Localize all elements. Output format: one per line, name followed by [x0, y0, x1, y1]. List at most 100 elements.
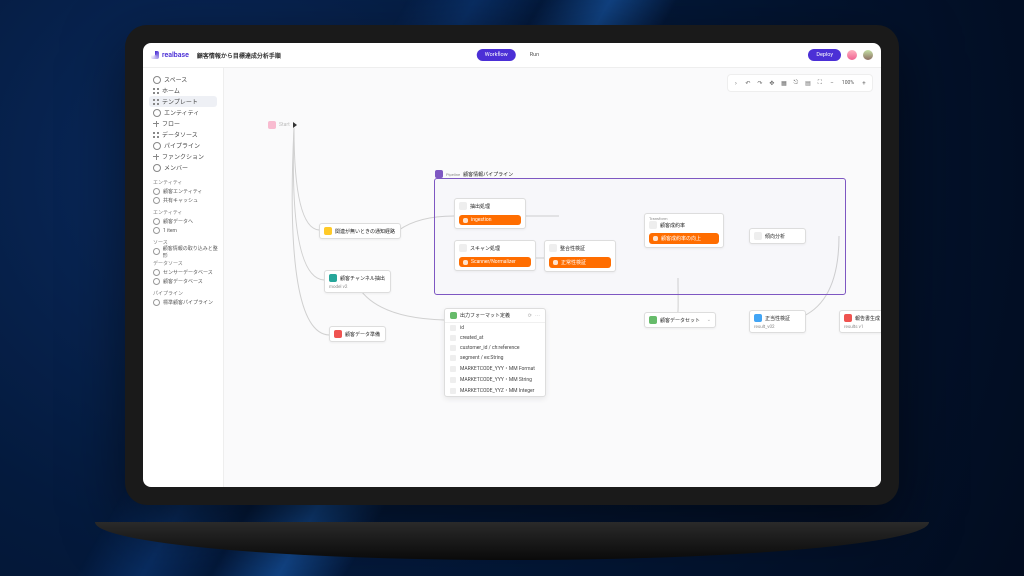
- header-right: Deploy: [808, 49, 873, 61]
- node-title: 顧客チャンネル抽出: [340, 275, 385, 282]
- link-icon[interactable]: ⎋: [792, 79, 800, 87]
- sidebar-item-label: メンバー: [164, 163, 188, 172]
- node-transform[interactable]: Transform 顧客成約率 顧客成約率の向上: [644, 213, 724, 248]
- undo-icon[interactable]: ↶: [744, 79, 752, 87]
- panel-row[interactable]: segment / ex:String: [445, 353, 545, 363]
- git-icon: [153, 121, 159, 127]
- sidebar-item-label: データソース: [162, 130, 198, 139]
- sidebar-item-member[interactable]: メンバー: [149, 162, 217, 173]
- radio-icon: [153, 218, 160, 225]
- node-linked[interactable]: 関連が無いときの通知経路: [319, 223, 401, 239]
- sidebar-group-title: データソース: [143, 256, 223, 268]
- sidebar-subitem[interactable]: 顧客データベース: [143, 277, 223, 286]
- node-monitor[interactable]: 正当性検証 result_v02: [749, 310, 806, 333]
- detail-panel: 出力フォーマット定義 ⟳ ⋯ id created_at customer_id…: [444, 308, 546, 397]
- node-ingest[interactable]: 抽出処理 ingestion: [454, 198, 526, 229]
- panel-row[interactable]: customer_id / ch:reference: [445, 343, 545, 353]
- canvas-toolbar: › ↶ ↷ ✥ ▦ ⎋ ▤ ⛶ − 100% +: [727, 74, 873, 92]
- panel-row[interactable]: MARKETCODE_YYZ・MM Integer: [445, 385, 545, 396]
- chevron-down-icon[interactable]: ⌄: [707, 317, 711, 323]
- sidebar-subitem[interactable]: 1 item: [143, 226, 223, 235]
- sidebar-item-templates[interactable]: テンプレート: [149, 96, 217, 107]
- sidebar-item-entity[interactable]: エンティティ: [149, 107, 217, 118]
- start-icon: [268, 121, 276, 129]
- sidebar-group-title: パイプライン: [143, 286, 223, 298]
- sidebar-subitem[interactable]: 標準顧客パイプライン: [143, 298, 223, 307]
- node-scan[interactable]: スキャン処理 Scanner/Normalizer: [454, 240, 536, 271]
- job-chip[interactable]: Scanner/Normalizer: [459, 257, 531, 267]
- node-start[interactable]: Start: [264, 118, 319, 132]
- tab-workflow[interactable]: Workflow: [477, 49, 516, 61]
- sidebar-item-function[interactable]: ファンクション: [149, 151, 217, 162]
- canvas[interactable]: › ↶ ↷ ✥ ▦ ⎋ ▤ ⛶ − 100% +: [224, 68, 881, 487]
- field-icon: [450, 377, 456, 383]
- sidebar-item-label: 顧客データベース: [163, 278, 203, 285]
- sidebar-group-title: エンティティ: [143, 175, 223, 187]
- sidebar-item-pipeline[interactable]: パイプライン: [149, 140, 217, 151]
- group-icon[interactable]: ▦: [780, 79, 788, 87]
- sidebar-item-home[interactable]: ホーム: [149, 85, 217, 96]
- dataset-icon: [450, 312, 457, 319]
- node-trend[interactable]: 傾向分析: [749, 228, 806, 244]
- node-channel[interactable]: 顧客チャンネル抽出 model v2: [324, 270, 391, 293]
- tab-run[interactable]: Run: [522, 49, 547, 61]
- pipeline-label: Pipeline 顧客情報パイプライン: [435, 170, 513, 178]
- search-icon: [153, 76, 161, 84]
- sidebar-item-label: フロー: [162, 119, 180, 128]
- node-dataset[interactable]: 顧客データセット⌄: [644, 312, 716, 328]
- layers-icon: [153, 99, 159, 105]
- spark-icon: [463, 218, 468, 223]
- panel-row[interactable]: MARKETCODE_YYY・MM Format: [445, 363, 545, 374]
- fullscreen-icon[interactable]: ⛶: [816, 79, 824, 87]
- sidebar-item-flow[interactable]: フロー: [149, 118, 217, 129]
- job-chip[interactable]: 正常性検証: [549, 257, 611, 268]
- pointer-icon[interactable]: ›: [732, 79, 740, 87]
- refresh-icon[interactable]: ⟳: [528, 313, 532, 319]
- radio-icon: [153, 278, 160, 285]
- deploy-button[interactable]: Deploy: [808, 49, 841, 61]
- sidebar-item-search[interactable]: スペース: [149, 74, 217, 85]
- app-root: realbase 顧客情報から目標達成分析手順 Workflow Run Dep…: [143, 43, 881, 487]
- sidebar-subitem[interactable]: 共有キャッシュ: [143, 196, 223, 205]
- laptop-base: [95, 522, 929, 560]
- more-icon[interactable]: ⋯: [535, 313, 540, 319]
- node-result[interactable]: 報告書生成 results v1: [839, 310, 881, 333]
- spark-icon: [553, 260, 558, 265]
- job-chip[interactable]: ingestion: [459, 215, 521, 225]
- step-icon: [549, 244, 557, 252]
- zoom-in-icon[interactable]: +: [860, 79, 868, 87]
- node-title: 関連が無いときの通知経路: [335, 228, 395, 235]
- sidebar-item-label: ファンクション: [162, 152, 204, 161]
- sidebar-item-datasource[interactable]: データソース: [149, 129, 217, 140]
- sidebar-subitem[interactable]: センサーデータベース: [143, 268, 223, 277]
- zoom-level: 100%: [840, 80, 856, 86]
- breadcrumb[interactable]: 顧客情報から目標達成分析手順: [197, 51, 281, 60]
- sidebar-item-label: 共有キャッシュ: [163, 197, 198, 204]
- redo-icon[interactable]: ↷: [756, 79, 764, 87]
- sidebar-subitem[interactable]: 顧客データへ: [143, 217, 223, 226]
- brand[interactable]: realbase: [151, 51, 189, 59]
- sidebar-subitem[interactable]: 顧客情報の取り込みと整形: [143, 247, 223, 256]
- sidebar-item-label: 標準顧客パイプライン: [163, 299, 213, 306]
- node-prepare[interactable]: 顧客データ準備: [329, 326, 386, 342]
- zoom-out-icon[interactable]: −: [828, 79, 836, 87]
- sidebar-subitem[interactable]: 顧客エンティティ: [143, 187, 223, 196]
- step-icon: [459, 202, 467, 210]
- panel-row[interactable]: MARKETCODE_YYY・MM String: [445, 374, 545, 385]
- db-icon: [153, 132, 159, 138]
- center-tabs: Workflow Run: [477, 49, 547, 61]
- panel-row[interactable]: created_at: [445, 333, 545, 343]
- node-check[interactable]: 整合性検証 正常性検証: [544, 240, 616, 272]
- pan-icon[interactable]: ✥: [768, 79, 776, 87]
- job-chip[interactable]: 顧客成約率の向上: [649, 233, 719, 244]
- node-title: Start: [279, 122, 290, 128]
- avatar[interactable]: [863, 50, 873, 60]
- avatar[interactable]: [847, 50, 857, 60]
- panel-row[interactable]: id: [445, 323, 545, 333]
- field-icon: [450, 388, 456, 394]
- play-icon[interactable]: [293, 122, 297, 128]
- sidebar-item-label: 顧客エンティティ: [163, 188, 202, 195]
- spark-icon: [463, 260, 468, 265]
- grid-icon[interactable]: ▤: [804, 79, 812, 87]
- radio-icon: [153, 269, 160, 276]
